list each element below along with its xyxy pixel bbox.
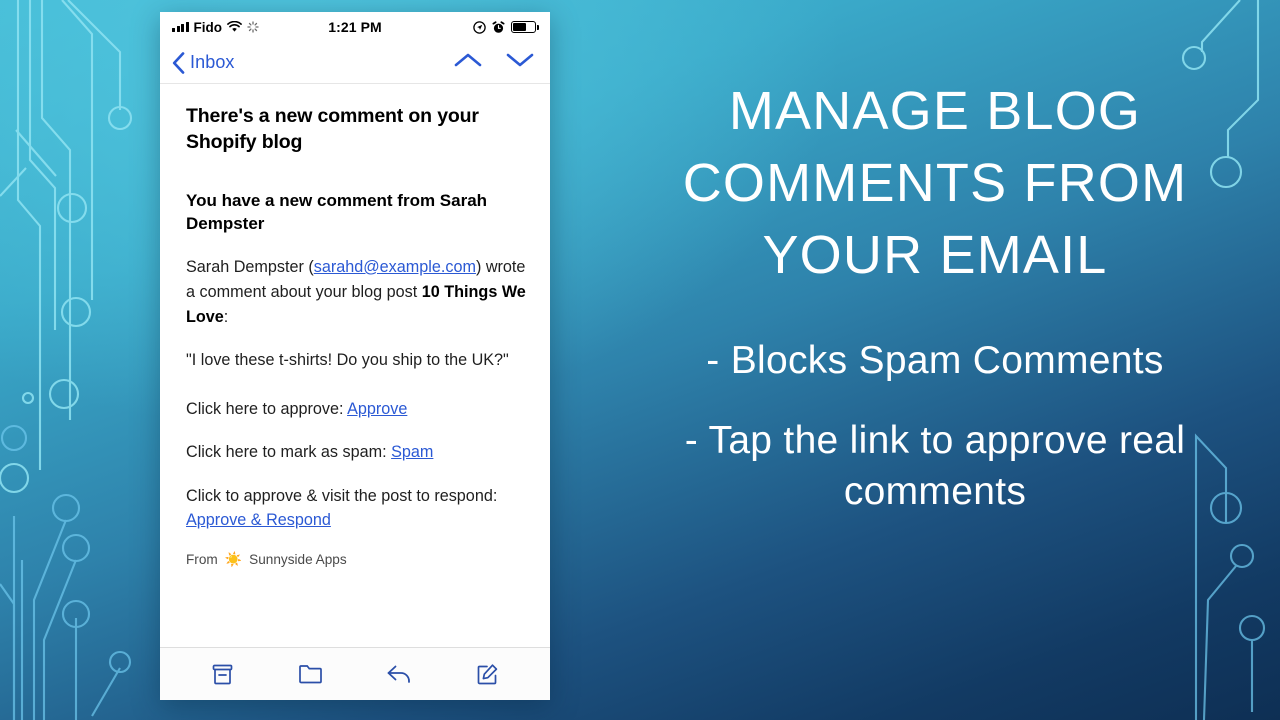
approve-link[interactable]: Approve (347, 400, 407, 418)
back-to-inbox-button[interactable]: Inbox (172, 51, 235, 74)
circuit-decoration-left (0, 0, 175, 720)
chevron-up-icon (454, 53, 482, 67)
email-body: There's a new comment on your Shopify bl… (160, 84, 550, 647)
spam-action-label: Click here to mark as spam: (186, 443, 392, 462)
chevron-left-icon (172, 51, 185, 74)
email-greeting: You have a new comment from Sarah Dempst… (186, 190, 488, 234)
compose-icon (477, 663, 498, 684)
sender-email-link[interactable]: sarahd@example.com (314, 258, 476, 276)
folder-icon (299, 665, 323, 684)
promo-bullet-list: - Blocks Spam Comments - Tap the link to… (655, 335, 1215, 545)
sender-name: Sarah Dempster (186, 257, 304, 276)
phone-email-panel: Fido 1:21 PM Inbox There's a new comment… (160, 12, 550, 700)
spam-action-row: Click here to mark as spam: Spam (186, 440, 526, 464)
email-nav-bar: Inbox (160, 42, 550, 84)
email-subject: There's a new comment on your Shopify bl… (186, 105, 479, 153)
previous-message-button[interactable] (454, 52, 482, 73)
spam-link[interactable]: Spam (391, 443, 433, 461)
from-app-name: Sunnyside Apps (249, 552, 347, 568)
archive-button[interactable] (202, 657, 242, 691)
archive-icon (212, 664, 233, 684)
promo-bullet-1: - Blocks Spam Comments (706, 339, 1164, 383)
close-paren: ) (475, 257, 486, 276)
promo-bullet-2: - Tap the link to approve real comments (684, 418, 1186, 514)
reply-icon (387, 665, 410, 683)
compose-button[interactable] (468, 657, 508, 691)
promo-column: Manage blog comments from your email - B… (590, 0, 1280, 720)
email-intro-paragraph: Sarah Dempster (sarahd@example.com) wrot… (186, 255, 526, 330)
approve-action-row: Click here to approve: Approve (186, 397, 526, 421)
approve-action-label: Click here to approve: (186, 400, 348, 419)
email-sender-footer: From ☀️ Sunnyside Apps (186, 551, 526, 568)
email-toolbar (160, 647, 550, 700)
message-nav-arrows (454, 52, 534, 73)
open-paren: ( (303, 257, 314, 276)
status-bar: Fido 1:21 PM (160, 12, 550, 42)
back-label: Inbox (190, 52, 235, 72)
chevron-down-icon (506, 53, 534, 67)
from-prefix-label: From (186, 552, 218, 568)
approve-and-respond-link[interactable]: Approve & Respond (186, 511, 331, 529)
approve-respond-action-label: Click to approve & visit the post to res… (186, 486, 498, 505)
promo-headline: Manage blog comments from your email (682, 81, 1188, 285)
approve-respond-action-row: Click to approve & visit the post to res… (186, 484, 526, 533)
intro-colon: : (223, 307, 229, 326)
battery-icon (511, 21, 539, 33)
sun-icon: ☀️ (224, 551, 243, 568)
next-message-button[interactable] (506, 52, 534, 73)
move-to-folder-button[interactable] (291, 657, 331, 691)
status-bar-time: 1:21 PM (328, 19, 382, 35)
reply-button[interactable] (379, 657, 419, 691)
comment-quote: "I love these t-shirts! Do you ship to t… (186, 351, 509, 370)
